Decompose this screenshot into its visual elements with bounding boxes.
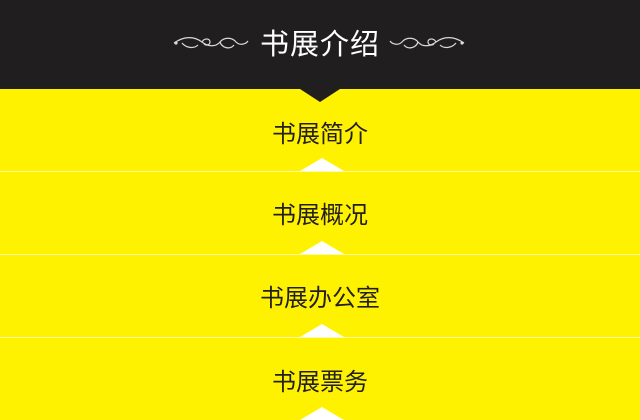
divider (0, 254, 640, 255)
menu-item-label: 书展简介 (272, 120, 368, 148)
menu-item-label: 书展概况 (272, 201, 368, 229)
header-pointer-arrow-icon (300, 89, 340, 102)
menu-item-label: 书展票务 (272, 368, 368, 396)
divider (0, 171, 640, 172)
up-arrow-icon (300, 324, 344, 337)
menu-item-label: 书展办公室 (260, 284, 380, 312)
page-title: 书展介绍 (259, 27, 380, 61)
up-arrow-icon (300, 241, 344, 254)
flourish-right-icon (389, 37, 465, 49)
divider (0, 337, 640, 338)
up-arrow-icon (300, 407, 344, 420)
up-arrow-icon (300, 158, 344, 171)
page-header: 书展介绍 (0, 0, 640, 89)
